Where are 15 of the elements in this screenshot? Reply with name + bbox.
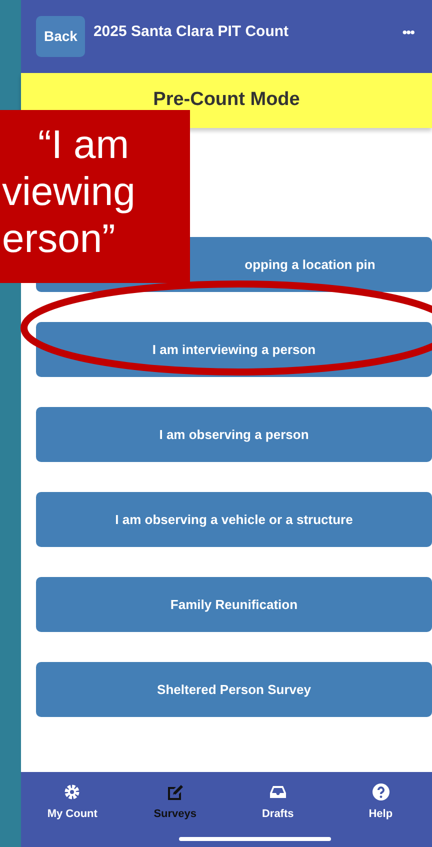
mode-title: Pre-Count Mode <box>153 88 300 112</box>
nav-tab[interactable]: Surveys <box>124 772 226 847</box>
app-title: 2025 Santa Clara PIT Count <box>93 22 290 42</box>
help-icon <box>370 782 391 802</box>
survey-button[interactable]: I am observing a person <box>36 407 432 462</box>
nav-tab[interactable]: My Count <box>21 772 124 847</box>
survey-button[interactable]: I am observing a vehicle or a structure <box>36 492 432 547</box>
back-button[interactable]: Back <box>36 16 86 57</box>
survey-button[interactable]: Family Reunification <box>36 577 432 632</box>
more-button[interactable]: ••• <box>396 21 420 44</box>
callout-text: “I am viewing erson” <box>0 110 190 283</box>
nav-tab[interactable]: Drafts <box>226 772 330 847</box>
survey-button[interactable]: Sheltered Person Survey <box>36 662 432 717</box>
edit-icon <box>165 782 186 802</box>
nav-tab[interactable]: Help <box>329 772 432 847</box>
